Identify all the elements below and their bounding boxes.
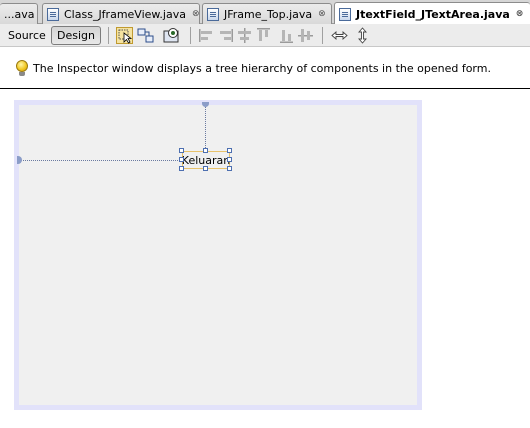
toolbar-separator <box>108 27 109 44</box>
toolbar-separator <box>190 27 191 44</box>
close-tab-icon[interactable]: ⊗ <box>192 9 199 19</box>
align-right-icon[interactable] <box>217 27 234 44</box>
resize-handle-top-left[interactable] <box>179 148 184 153</box>
vertical-resize-icon[interactable] <box>354 27 371 44</box>
source-view-button[interactable]: Source <box>3 26 51 45</box>
java-file-icon <box>207 7 219 21</box>
resize-handle-left[interactable] <box>179 157 184 162</box>
java-file-icon <box>339 7 351 21</box>
resize-handle-top-right[interactable] <box>227 148 232 153</box>
lightbulb-icon <box>16 60 28 76</box>
resize-handle-top[interactable] <box>203 148 208 153</box>
center-horizontally-icon[interactable] <box>236 27 253 44</box>
jframe-content-pane[interactable] <box>19 105 417 405</box>
tab-overflow[interactable]: ...ava <box>0 3 38 24</box>
tab-jtextfield-jtextarea[interactable]: JtextField_JTextArea.java ⊗ <box>334 2 530 25</box>
align-top-icon[interactable] <box>255 27 272 44</box>
toolbar-separator <box>322 27 323 44</box>
resize-handle-bottom-right[interactable] <box>227 166 232 171</box>
design-canvas[interactable]: Keluaran <box>0 90 530 428</box>
selection-mode-icon[interactable] <box>116 27 133 44</box>
tab-label: JFrame_Top.java <box>224 7 313 21</box>
resize-handle-bottom[interactable] <box>203 166 208 171</box>
horizontal-anchor-guide <box>19 160 180 161</box>
align-bottom-icon[interactable] <box>278 27 295 44</box>
tab-label: ...ava <box>4 7 35 21</box>
design-view-button[interactable]: Design <box>51 26 101 45</box>
close-tab-icon[interactable]: ⊗ <box>318 9 326 19</box>
tab-class-jframeview[interactable]: Class_JframeView.java ⊗ <box>42 3 200 24</box>
connection-mode-icon[interactable] <box>137 27 154 44</box>
java-file-icon <box>47 7 59 21</box>
tab-label: Class_JframeView.java <box>64 7 186 21</box>
editor-tab-bar: ...ava Class_JframeView.java ⊗ JFrame_To… <box>0 0 530 25</box>
close-tab-icon[interactable]: ⊗ <box>516 9 524 19</box>
resize-handle-bottom-left[interactable] <box>179 166 184 171</box>
align-left-icon[interactable] <box>198 27 215 44</box>
inspector-hint-bar: The Inspector window displays a tree hie… <box>0 47 530 89</box>
center-vertically-icon[interactable] <box>297 27 314 44</box>
horizontal-resize-icon[interactable] <box>331 27 348 44</box>
editor-toolbar: Source Design <box>0 24 530 47</box>
preview-design-icon[interactable] <box>163 27 180 44</box>
tab-label: JtextField_JTextArea.java <box>356 7 510 21</box>
hint-text: The Inspector window displays a tree hie… <box>33 62 491 75</box>
resize-handle-right[interactable] <box>227 157 232 162</box>
tab-jframe-top[interactable]: JFrame_Top.java ⊗ <box>202 3 332 24</box>
